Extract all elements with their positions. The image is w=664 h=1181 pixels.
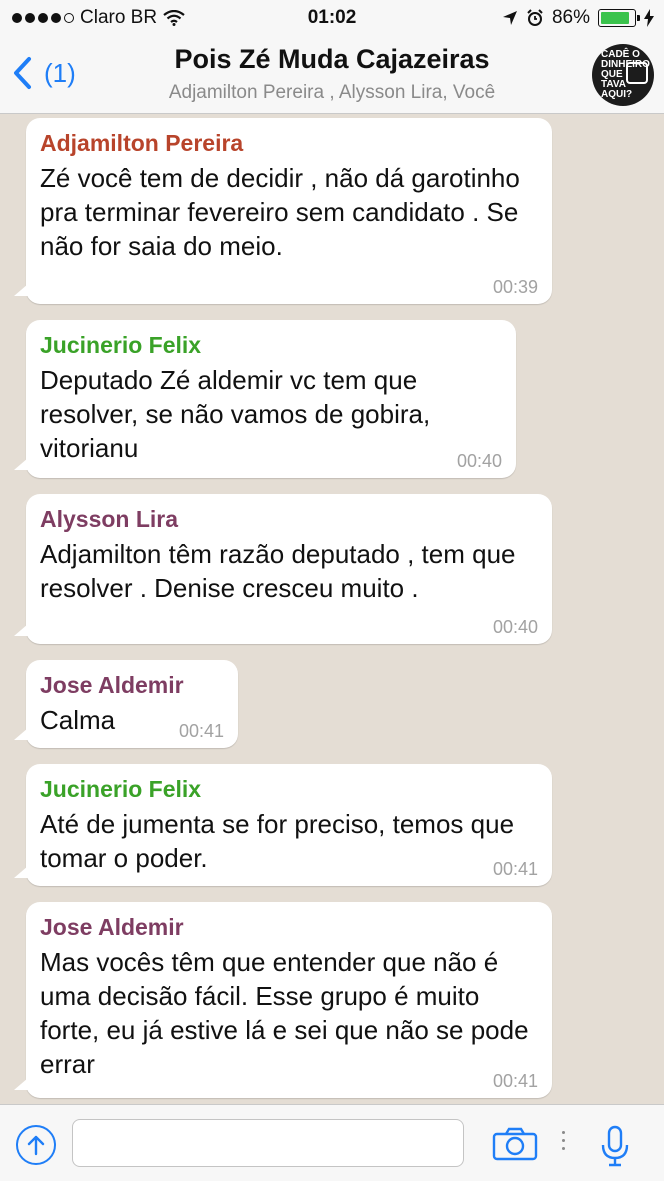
message-time: 00:41 (492, 1071, 538, 1091)
message-text: Zé você tem de decidir , não dá garotinh… (40, 163, 520, 261)
message-bubble[interactable]: Jose Aldemir Calma 00:41 (14, 660, 238, 748)
status-right: 86% (502, 7, 654, 29)
message-time: 00:41 (492, 859, 538, 879)
chat-header: (1) Pois Zé Muda Cajazeiras Adjamilton P… (0, 38, 664, 114)
message-input[interactable] (72, 1119, 464, 1167)
battery-percentage: 86% (551, 7, 590, 28)
message-text: Até de jumenta se for preciso, temos que… (40, 809, 515, 873)
message-bubble[interactable]: Alysson Lira Adjamilton têm razão deputa… (14, 494, 552, 644)
status-bar: Claro BR 01:02 86% (0, 0, 664, 38)
message-sender: Jose Aldemir (40, 914, 184, 940)
chat-messages[interactable]: Adjamilton Pereira Zé você tem de decidi… (0, 114, 664, 1104)
upload-button[interactable] (16, 1125, 56, 1165)
separator-dots (562, 1131, 565, 1150)
message-sender: Jucinerio Felix (40, 332, 202, 358)
camera-icon[interactable] (492, 1127, 538, 1161)
location-arrow-icon (502, 11, 517, 25)
chat-participants[interactable]: Adjamilton Pereira , Alysson Lira, Você (0, 82, 664, 104)
group-avatar[interactable]: CADÊ O DINHEIRO QUE TAVA AQUI? (592, 44, 654, 106)
message-bubble[interactable]: Jucinerio Felix Até de jumenta se for pr… (14, 764, 552, 886)
message-sender: Alysson Lira (40, 506, 179, 532)
message-time: 00:40 (456, 451, 502, 471)
message-time: 00:41 (178, 721, 224, 741)
message-sender: Jucinerio Felix (40, 776, 202, 802)
charging-bolt-icon (644, 9, 654, 27)
alarm-clock-icon (527, 9, 543, 26)
message-text: Adjamilton têm razão deputado , tem que … (40, 539, 516, 603)
message-sender: Jose Aldemir (40, 672, 184, 698)
message-sender: Adjamilton Pereira (40, 130, 244, 156)
message-bubble[interactable]: Jucinerio Felix Deputado Zé aldemir vc t… (14, 320, 516, 478)
microphone-icon[interactable] (600, 1125, 630, 1167)
chat-title[interactable]: Pois Zé Muda Cajazeiras (0, 44, 664, 75)
message-text: Mas vocês têm que entender que não é uma… (40, 947, 529, 1079)
battery-icon (598, 9, 640, 27)
upload-icon (27, 1135, 45, 1156)
hand-icon (626, 62, 648, 84)
message-bubble[interactable]: Adjamilton Pereira Zé você tem de decidi… (14, 118, 552, 304)
message-text: Deputado Zé aldemir vc tem que resolver,… (40, 365, 431, 463)
message-time: 00:40 (492, 617, 538, 637)
message-time: 00:39 (492, 277, 538, 297)
battery-level-fill (601, 12, 629, 24)
input-bar (0, 1104, 664, 1181)
message-bubble[interactable]: Jose Aldemir Mas vocês têm que entender … (14, 902, 552, 1098)
